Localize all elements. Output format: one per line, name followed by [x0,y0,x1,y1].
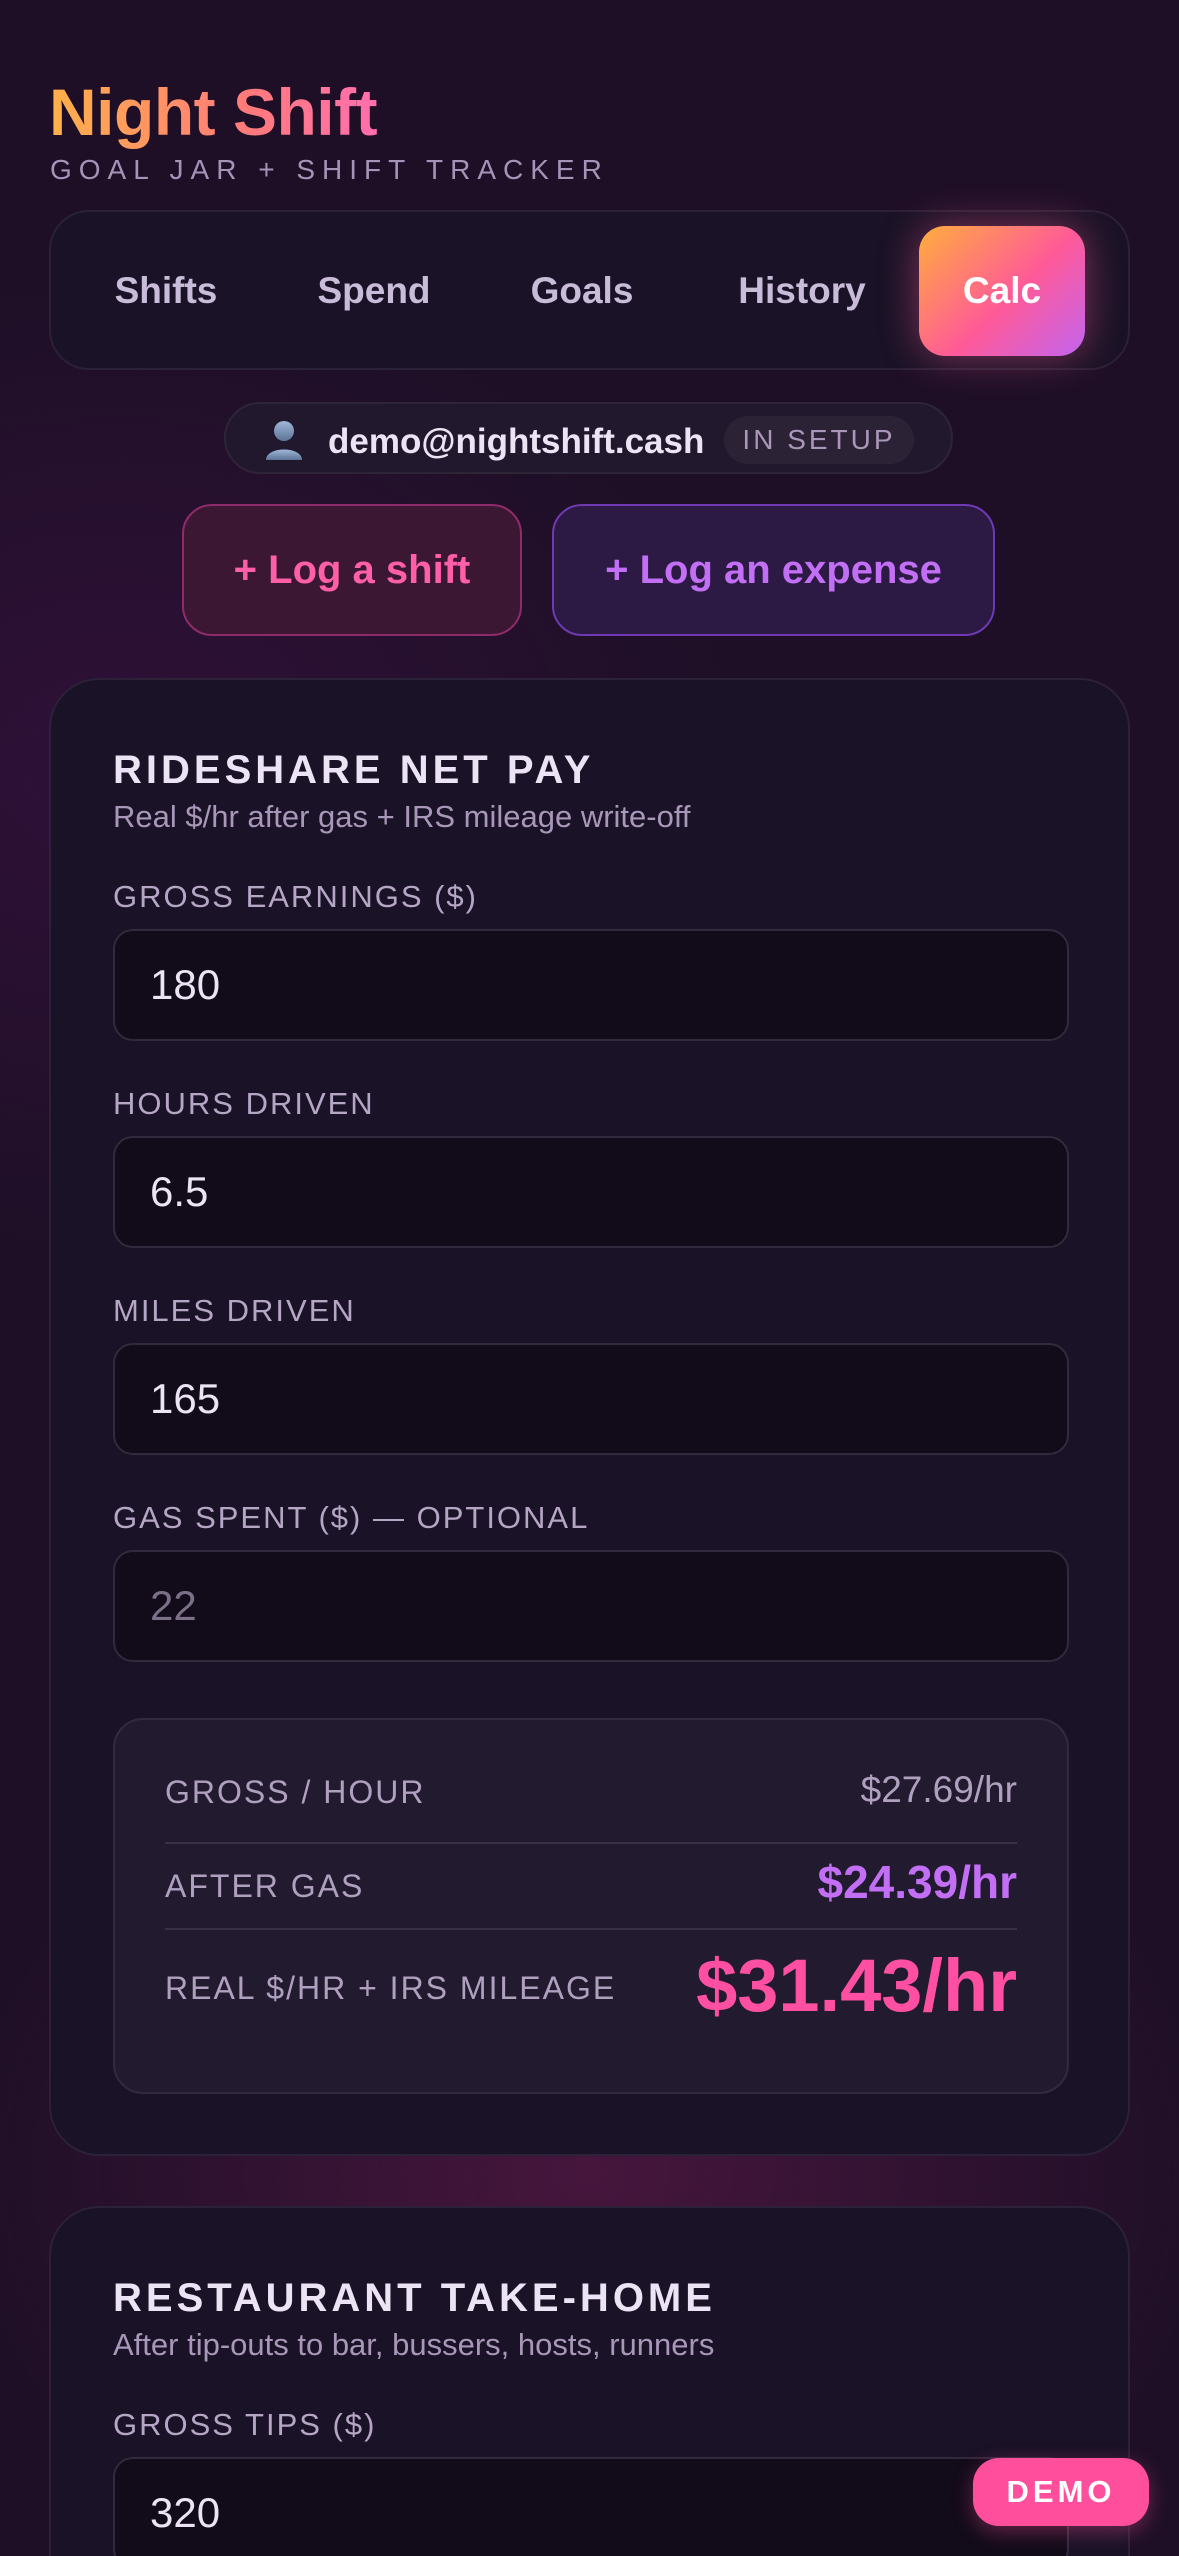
results-divider [165,1842,1017,1844]
real-hourly-row: REAL $/HR + IRS MILEAGE $31.43/hr [165,1942,1017,2032]
gross-tips-input[interactable] [113,2457,1069,2556]
tab-goals[interactable]: Goals [501,226,663,356]
after-gas-label: AFTER GAS [165,1868,365,1904]
main-nav: Shifts Spend Goals History Calc [49,210,1130,370]
account-email: demo@nightshift.cash [328,422,705,461]
restaurant-title: RESTAURANT TAKE-HOME [113,2276,716,2320]
miles-driven-label: MILES DRIVEN [113,1293,356,1328]
results-divider [165,1928,1017,1930]
tab-shifts[interactable]: Shifts [85,226,247,356]
app-root: Night Shift GOAL JAR + SHIFT TRACKER Shi… [0,0,1179,2556]
restaurant-subtitle: After tip-outs to bar, bussers, hosts, r… [113,2327,715,2362]
miles-driven-input[interactable] [113,1343,1069,1455]
gross-tips-label: GROSS TIPS ($) [113,2407,377,2442]
rideshare-title: RIDESHARE NET PAY [113,748,595,792]
log-shift-button[interactable]: + Log a shift [182,504,522,636]
hours-driven-input[interactable] [113,1136,1069,1248]
tab-calc[interactable]: Calc [919,226,1085,356]
account-pill[interactable]: demo@nightshift.cash IN SETUP [224,402,953,474]
gas-spent-input[interactable] [113,1550,1069,1662]
demo-badge: DEMO [973,2458,1149,2526]
after-gas-value: $24.39/hr [817,1856,1017,1908]
gross-hour-row: GROSS / HOUR $27.69/hr [165,1768,1017,1816]
hours-driven-label: HOURS DRIVEN [113,1086,375,1121]
gross-earnings-label: GROSS EARNINGS ($) [113,879,478,914]
tab-history[interactable]: History [707,226,897,356]
restaurant-card: RESTAURANT TAKE-HOME After tip-outs to b… [49,2206,1130,2556]
rideshare-card: RIDESHARE NET PAY Real $/hr after gas + … [49,678,1130,2156]
gross-hour-value: $27.69/hr [860,1769,1017,1810]
rideshare-subtitle: Real $/hr after gas + IRS mileage write-… [113,799,691,834]
gross-earnings-input[interactable] [113,929,1069,1041]
user-icon [266,421,302,460]
tab-spend[interactable]: Spend [293,226,455,356]
account-status-badge: IN SETUP [724,416,914,464]
real-hourly-label: REAL $/HR + IRS MILEAGE [165,1970,617,2006]
real-hourly-value: $31.43/hr [696,1944,1017,2027]
log-expense-button[interactable]: + Log an expense [552,504,995,636]
app-title: Night Shift [49,72,378,152]
after-gas-row: AFTER GAS $24.39/hr [165,1854,1017,1914]
gas-spent-label: GAS SPENT ($) — OPTIONAL [113,1500,590,1535]
rideshare-results: GROSS / HOUR $27.69/hr AFTER GAS $24.39/… [113,1718,1069,2094]
app-subtitle: GOAL JAR + SHIFT TRACKER [50,154,609,185]
gross-hour-label: GROSS / HOUR [165,1774,426,1810]
